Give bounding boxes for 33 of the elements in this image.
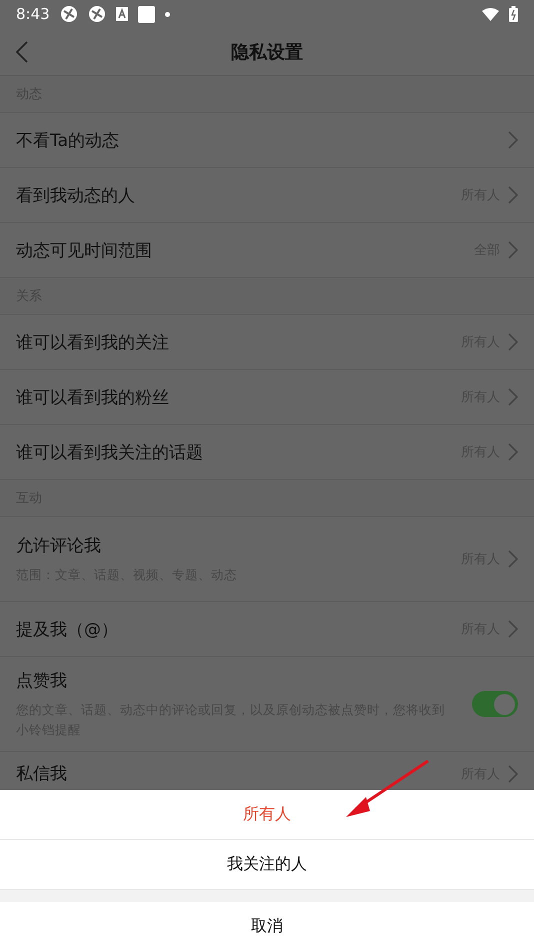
setting-label[interactable]: 私信我 (16, 762, 453, 785)
chevron-icon (508, 443, 518, 461)
dot-icon (164, 12, 170, 16)
wifi-icon (482, 8, 499, 20)
chevron-icon (508, 333, 518, 351)
chevron-icon (508, 764, 518, 782)
setting-label[interactable]: 谁可以看到我的关注 (16, 330, 453, 354)
setting-label[interactable]: 提及我（@） (16, 618, 453, 640)
setting-label[interactable]: 点赞我 (16, 668, 464, 692)
setting-label[interactable]: 看到我动态的人 (16, 184, 453, 206)
square-icon (138, 6, 155, 22)
chevron-icon (508, 131, 518, 149)
setting-label[interactable]: 允许评论我 (16, 534, 453, 556)
battery-icon (509, 6, 518, 22)
chevron-icon (508, 620, 518, 638)
setting-label[interactable]: 动态可见时间范围 (16, 238, 466, 262)
setting-label[interactable]: 谁可以看到我的粉丝 (16, 386, 453, 408)
toggle-switch[interactable] (472, 691, 518, 717)
status-time: 8:43 (16, 5, 50, 23)
chevron-icon (508, 388, 518, 406)
sheet-option[interactable]: 我关注的人 (0, 840, 534, 890)
cancel-button[interactable]: 取消 (0, 902, 534, 950)
page-title: 隐私设置 (231, 40, 303, 64)
app-icon (88, 5, 106, 23)
app-icon (60, 5, 78, 23)
back-icon[interactable] (16, 41, 28, 63)
keyboard-icon (116, 7, 128, 21)
setting-label[interactable]: 谁可以看到我关注的话题 (16, 440, 453, 464)
chevron-icon (508, 550, 518, 568)
chevron-icon (508, 241, 518, 259)
chevron-icon (508, 186, 518, 204)
sheet-option[interactable]: 所有人 (0, 790, 534, 840)
setting-label[interactable]: 不看Ta的动态 (16, 128, 500, 152)
